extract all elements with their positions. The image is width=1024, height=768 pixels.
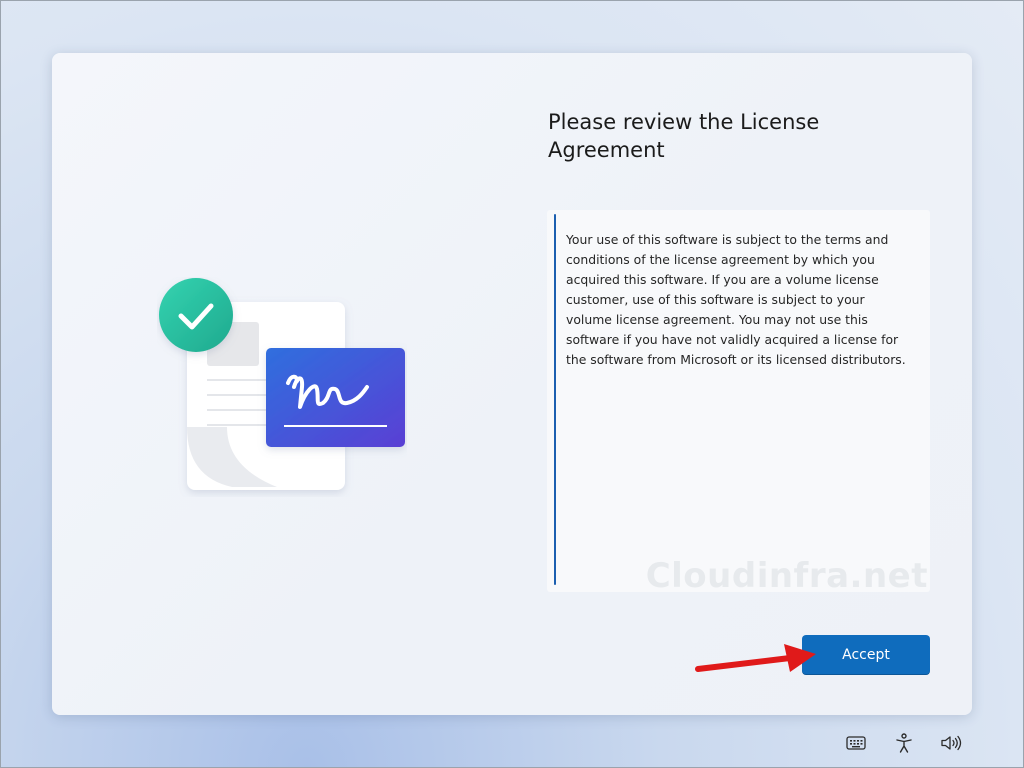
oobe-dialog: Please review the License Agreement Your… <box>52 53 972 715</box>
page-title: Please review the License Agreement <box>548 110 820 162</box>
accept-button[interactable]: Accept <box>802 635 930 675</box>
accessibility-icon[interactable] <box>893 732 915 754</box>
watermark: Cloudinfra.net <box>645 556 928 592</box>
scrollbar[interactable] <box>554 214 556 585</box>
license-text-box[interactable]: Your use of this software is subject to … <box>547 210 930 592</box>
volume-icon[interactable] <box>940 732 962 754</box>
signature-icon <box>266 348 405 447</box>
checkmark-icon <box>159 278 233 352</box>
keyboard-icon[interactable] <box>845 732 867 754</box>
red-arrow-icon <box>695 644 816 672</box>
license-illustration <box>159 278 405 490</box>
license-text: Your use of this software is subject to … <box>566 232 906 367</box>
